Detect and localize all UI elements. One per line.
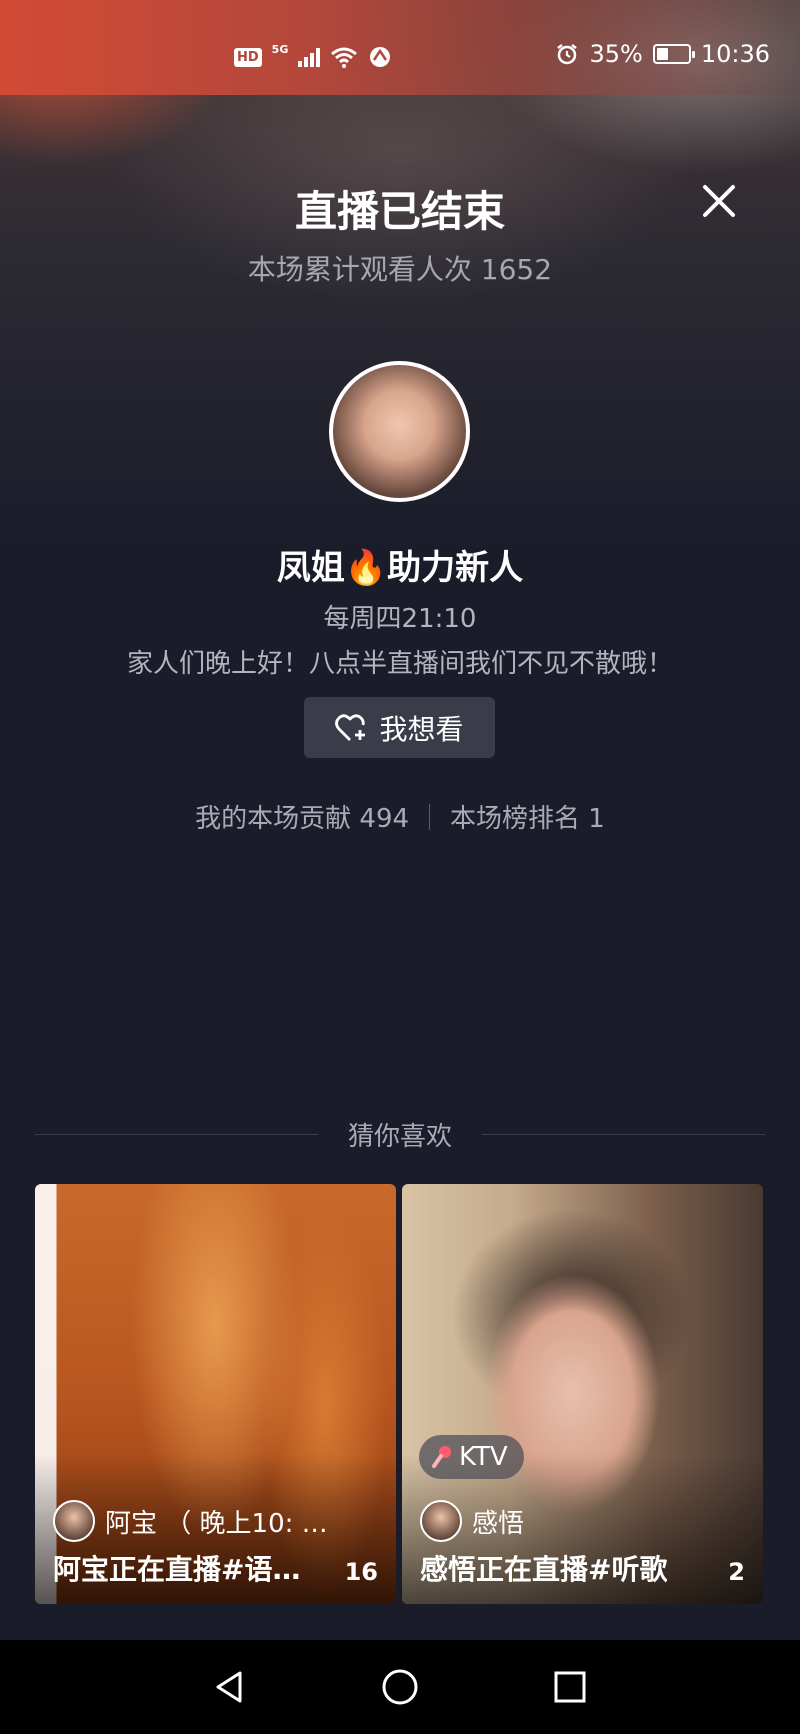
- home-button[interactable]: [375, 1662, 425, 1712]
- microphone-icon: [432, 1446, 451, 1468]
- recommend-header: 猜你喜欢: [0, 1116, 800, 1153]
- host-avatar[interactable]: [329, 361, 470, 502]
- clock: 10:36: [700, 40, 770, 68]
- card-title: 感悟正在直播#听歌: [420, 1553, 668, 1586]
- host-announcement: 家人们晚上好！八点半直播间我们不见不散哦！: [126, 649, 673, 679]
- recents-square-icon: [554, 1671, 586, 1703]
- live-card[interactable]: 阿宝 （ 晚上10: … 阿宝正在直播#语… 16: [35, 1184, 396, 1604]
- back-triangle-icon: [216, 1671, 242, 1703]
- card-host-avatar: [53, 1500, 95, 1542]
- home-circle-icon: [382, 1669, 418, 1705]
- signal-icon: [298, 47, 321, 67]
- live-schedule: 每周四21:10: [323, 604, 477, 634]
- network-type: 5G: [271, 42, 289, 56]
- card-host: 感悟: [420, 1500, 524, 1542]
- close-icon: [703, 185, 735, 217]
- alarm-icon: [557, 44, 578, 65]
- ktv-label: KTV: [459, 1442, 508, 1472]
- divider-left: [35, 1134, 318, 1135]
- heart-plus-icon: [335, 713, 366, 741]
- card-host: 阿宝 （ 晚上10: …: [53, 1500, 328, 1542]
- want-to-watch-button[interactable]: 我想看: [304, 697, 495, 758]
- card-viewer-count: 2: [728, 1558, 745, 1586]
- stats-row: 我的本场贡献 494 本场榜排名 1: [0, 798, 800, 835]
- card-host-avatar: [420, 1500, 462, 1542]
- card-host-name: 阿宝 （ 晚上10: …: [105, 1508, 328, 1539]
- live-card[interactable]: KTV 感悟 感悟正在直播#听歌 2: [402, 1184, 763, 1604]
- back-button[interactable]: [205, 1662, 255, 1712]
- stats-divider: [429, 803, 431, 830]
- hd-badge: HD: [234, 47, 262, 67]
- recommend-title: 猜你喜欢: [348, 1122, 453, 1152]
- ranking: 本场榜排名 1: [450, 804, 605, 834]
- host-name: 凤姐🔥助力新人: [276, 548, 524, 588]
- card-viewer-count: 16: [344, 1558, 378, 1586]
- status-left-icons: HD 5G: [234, 42, 392, 72]
- viewer-count: 本场累计观看人次 1652: [247, 253, 553, 286]
- status-right: 35% 10:36: [555, 40, 770, 68]
- battery-percent: 35%: [589, 40, 643, 68]
- close-button[interactable]: [694, 176, 744, 226]
- want-to-watch-label: 我想看: [379, 712, 464, 746]
- vpn-icon: [370, 47, 391, 67]
- recents-button[interactable]: [545, 1662, 595, 1712]
- system-nav-bar: [0, 1640, 800, 1734]
- ktv-badge: KTV: [419, 1435, 524, 1479]
- wifi-icon: [331, 47, 358, 68]
- my-contribution: 我的本场贡献 494: [195, 804, 410, 834]
- status-bar: HD 5G 35% 10:36: [0, 0, 800, 95]
- card-host-name: 感悟: [472, 1508, 525, 1539]
- page-title: 直播已结束: [294, 187, 505, 236]
- divider-right: [482, 1134, 766, 1135]
- card-title: 阿宝正在直播#语…: [53, 1553, 301, 1586]
- battery-icon: [652, 44, 695, 64]
